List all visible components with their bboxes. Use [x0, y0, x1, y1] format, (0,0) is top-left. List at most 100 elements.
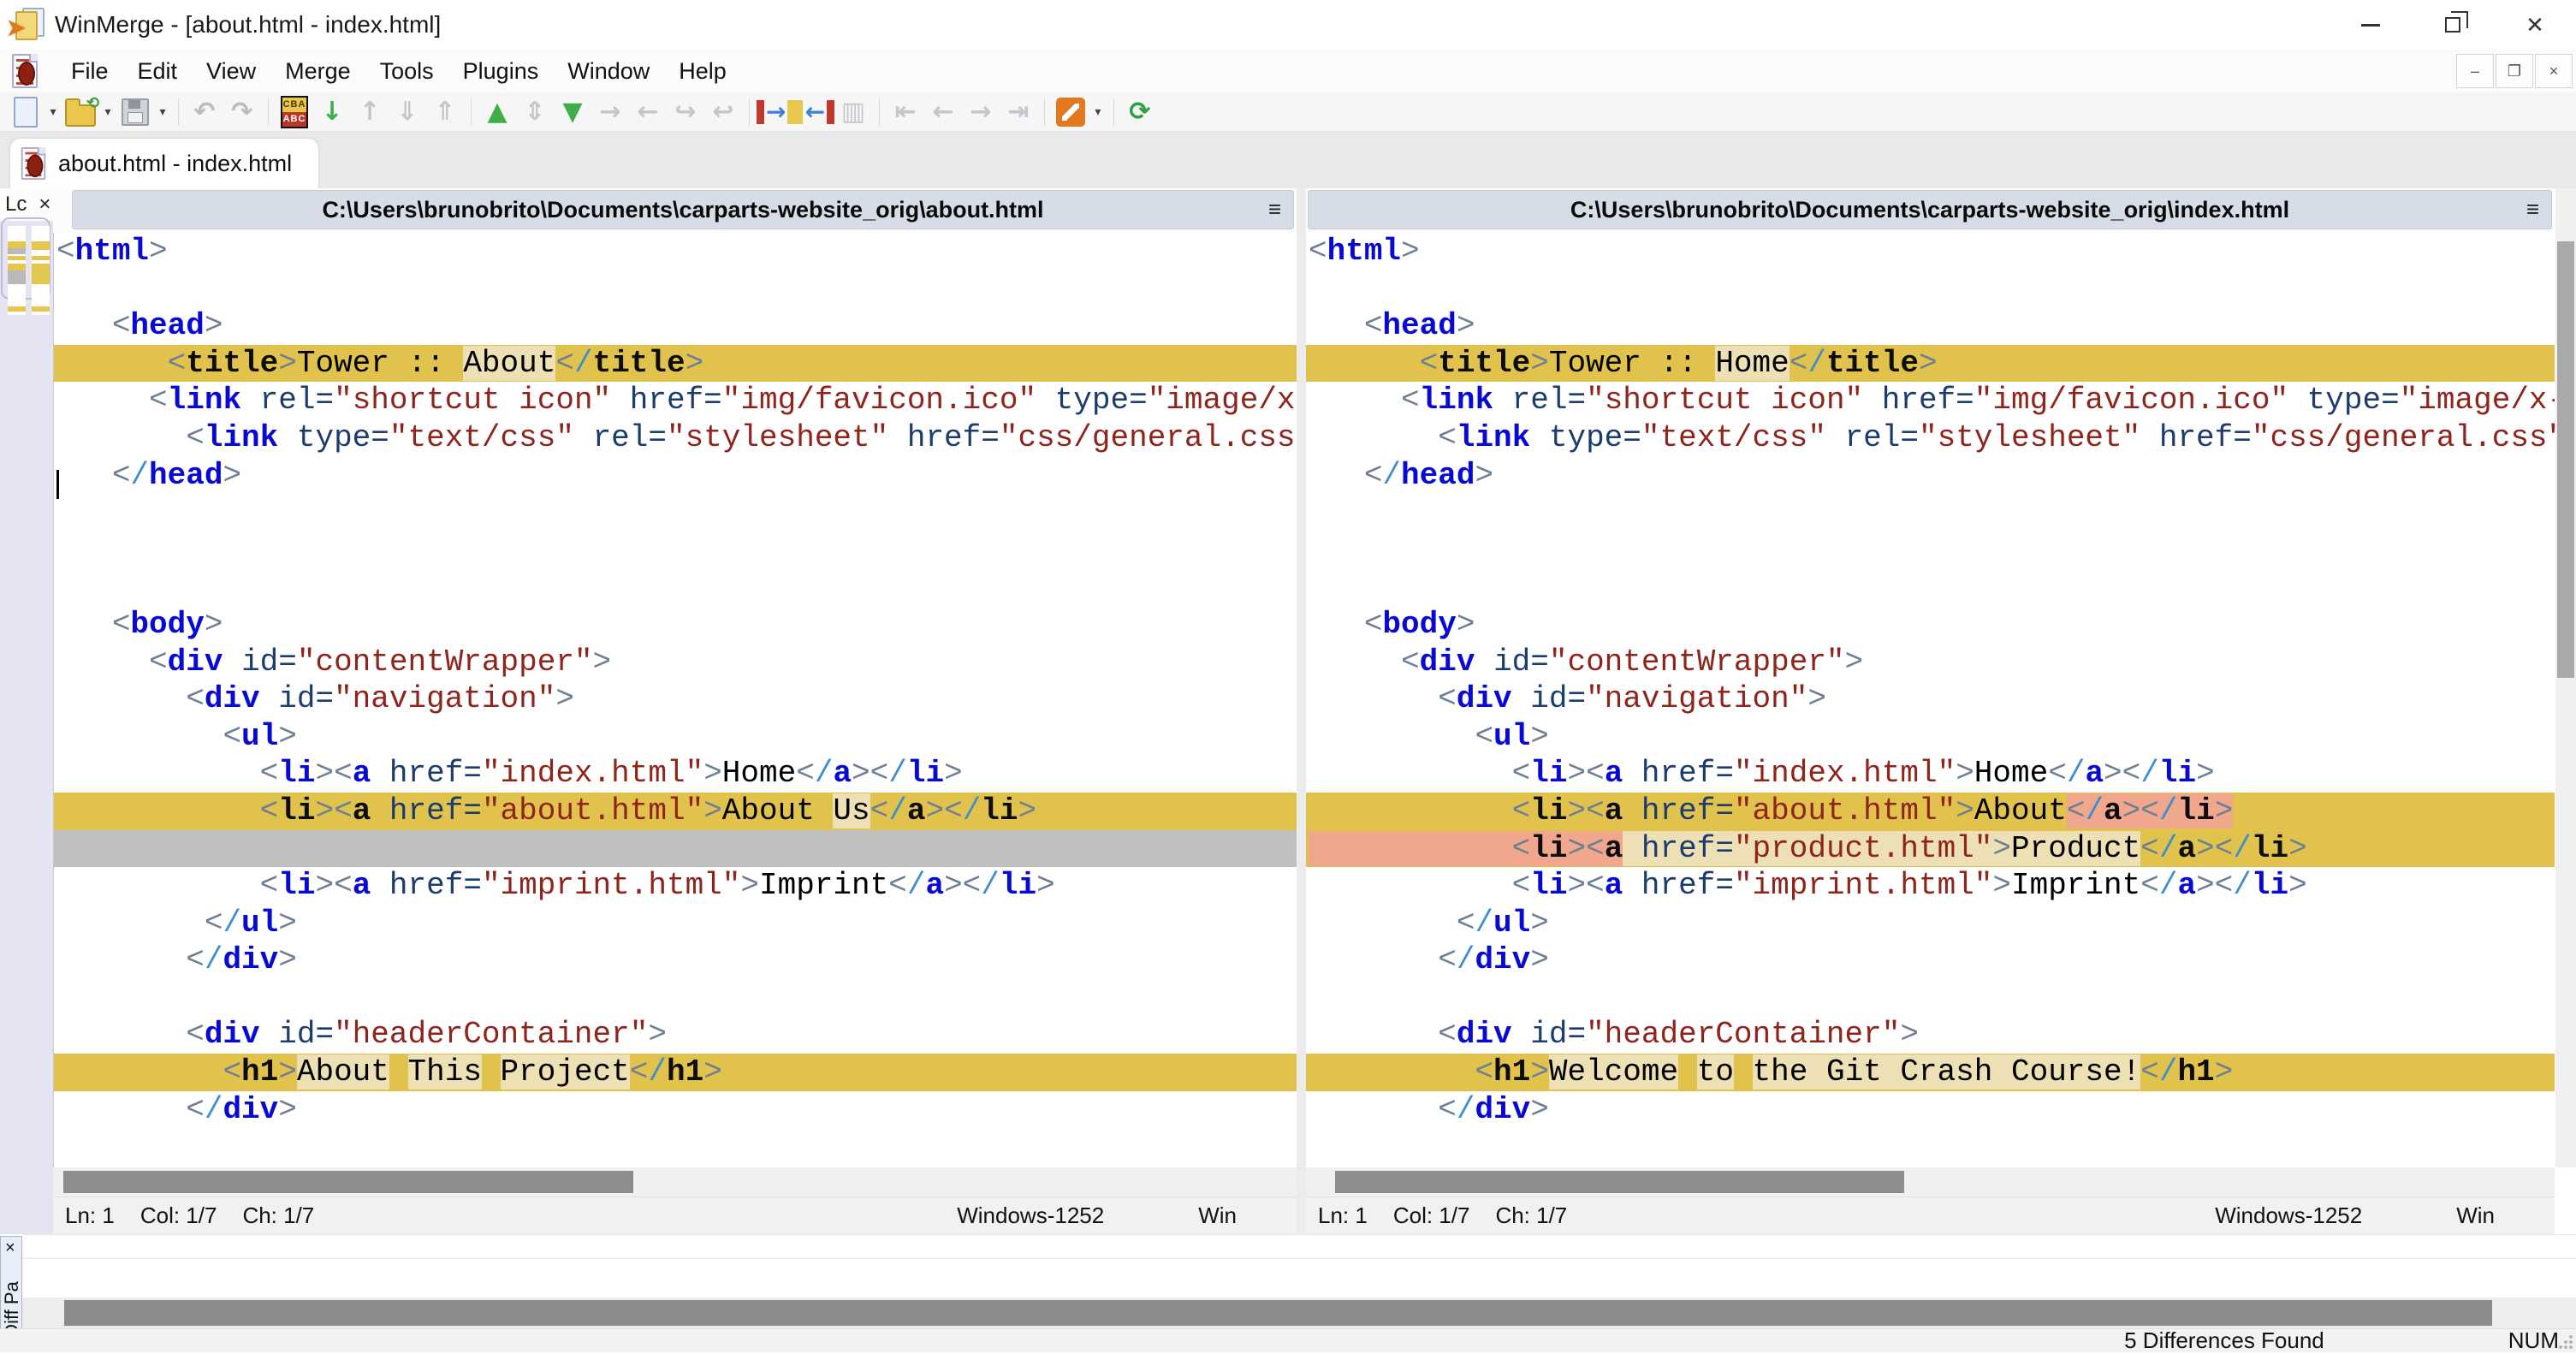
diff-location-mark[interactable]	[8, 306, 26, 312]
next-difference-button[interactable]: ↓	[313, 94, 351, 130]
last-file-button[interactable]: ⇥	[1000, 94, 1037, 130]
menu-item-plugins[interactable]: Plugins	[448, 53, 554, 90]
auto-merge-button[interactable]: ▥	[834, 94, 872, 130]
mdi-minimize-button[interactable]: –	[2456, 54, 2494, 88]
code-line[interactable]	[1306, 532, 2555, 569]
code-line[interactable]: <ul>	[1306, 718, 2555, 756]
diff-code-line[interactable]: <li><a href="about.html">About Us</a></l…	[54, 792, 1297, 830]
diff-location-mark[interactable]	[8, 256, 26, 260]
code-line[interactable]: <li><a href="imprint.html">Imprint</a></…	[1306, 867, 2555, 905]
diff-location-mark[interactable]	[8, 248, 26, 254]
pane-splitter[interactable]	[1297, 188, 1306, 1234]
code-line[interactable]: <link type="text/css" rel="stylesheet" h…	[1306, 419, 2555, 457]
code-line[interactable]	[54, 494, 1297, 532]
previous-file-button[interactable]: ←	[924, 94, 962, 130]
diff-code-line[interactable]: <h1>Welcome to the Git Crash Course!</h1…	[1306, 1054, 2555, 1091]
open-dropdown[interactable]: ▾	[99, 94, 116, 130]
close-button[interactable]: ✕	[2494, 0, 2576, 50]
code-line[interactable]: <li><a href="imprint.html">Imprint</a></…	[54, 867, 1297, 905]
diff-location-mark[interactable]	[8, 241, 26, 248]
code-line[interactable]: <div id="headerContainer">	[54, 1016, 1297, 1054]
code-line[interactable]: </div>	[1306, 1091, 2555, 1129]
refresh-button[interactable]: ⟳	[1121, 94, 1159, 130]
copy-right-button[interactable]: →	[591, 94, 629, 130]
code-line[interactable]: <div id="contentWrapper">	[54, 644, 1297, 681]
next-file-button[interactable]: →	[962, 94, 1000, 130]
copy-right-advance-button[interactable]: ↪	[667, 94, 704, 130]
code-line[interactable]	[1306, 979, 2555, 1017]
right-code-pane[interactable]: <html> <head> <title>Tower :: Home</titl…	[1306, 233, 2555, 1167]
code-line[interactable]	[54, 270, 1297, 308]
code-line[interactable]: </div>	[54, 1091, 1297, 1129]
redo-button[interactable]: ↷	[223, 94, 261, 130]
copy-left-advance-button[interactable]: ↩	[704, 94, 742, 130]
right-horizontal-scrollbar[interactable]	[1306, 1167, 2555, 1197]
previous-difference-button[interactable]: ↑	[351, 94, 389, 130]
diff-pane-hscroll-thumb[interactable]	[64, 1300, 2492, 1326]
code-line[interactable]: <html>	[54, 233, 1297, 270]
diff-code-line[interactable]: <li><a href="about.html">About</a></li>	[1306, 792, 2555, 830]
diff-location-mark[interactable]	[8, 264, 26, 270]
copy-left-button[interactable]: ←	[629, 94, 667, 130]
diff-code-line[interactable]: <title>Tower :: About</title>	[54, 344, 1297, 383]
code-line[interactable]: <link rel="shortcut icon" href="img/favi…	[1306, 382, 2555, 419]
plugins-dropdown[interactable]: ▾	[1089, 94, 1107, 130]
location-pane-close-icon[interactable]: ×	[39, 193, 50, 217]
code-line[interactable]: </ul>	[54, 905, 1297, 942]
code-line[interactable]: </div>	[1306, 941, 2555, 979]
diff-code-line[interactable]: <li><a href="product.html">Product</a></…	[1306, 829, 2555, 868]
diff-location-mark[interactable]	[8, 270, 26, 284]
mdi-close-button[interactable]: ×	[2535, 54, 2573, 88]
diff-location-mark[interactable]	[32, 241, 50, 250]
code-line[interactable]: <html>	[1306, 233, 2555, 270]
menu-item-merge[interactable]: Merge	[270, 53, 365, 90]
open-button[interactable]	[62, 94, 99, 130]
code-line[interactable]: </ul>	[1306, 905, 2555, 942]
save-dropdown[interactable]: ▾	[154, 94, 171, 130]
first-difference-button[interactable]: ⇑	[426, 94, 464, 130]
menu-item-help[interactable]: Help	[664, 53, 741, 90]
code-line[interactable]: <link type="text/css" rel="stylesheet" h…	[54, 419, 1297, 457]
code-line[interactable]	[54, 568, 1297, 606]
right-hscroll-thumb[interactable]	[1335, 1171, 1904, 1193]
new-dropdown[interactable]: ▾	[45, 94, 62, 130]
code-line[interactable]: <head>	[1306, 307, 2555, 345]
code-line[interactable]: </div>	[54, 941, 1297, 979]
diff-pane-content[interactable]	[22, 1234, 2576, 1298]
code-line[interactable]: </head>	[54, 457, 1297, 495]
mdi-restore-button[interactable]: ❐	[2496, 54, 2533, 88]
diff-location-mark[interactable]	[32, 306, 50, 312]
location-pane[interactable]	[0, 217, 53, 1234]
code-line[interactable]: <head>	[54, 307, 1297, 345]
diff-location-mark[interactable]	[32, 264, 50, 284]
code-line[interactable]: <div id="contentWrapper">	[1306, 644, 2555, 681]
last-diff-button[interactable]: ▼	[554, 94, 591, 130]
first-file-button[interactable]: ⇤	[887, 94, 924, 130]
diff-pane-horizontal-scrollbar[interactable]	[22, 1298, 2576, 1328]
left-file-header[interactable]: C:\Users\brunobrito\Documents\carparts-w…	[72, 190, 1294, 229]
copy-all-left-button[interactable]: ←	[795, 94, 834, 130]
resize-grip[interactable]	[2558, 1334, 2573, 1350]
menu-item-file[interactable]: File	[56, 53, 123, 90]
code-line[interactable]	[1306, 270, 2555, 308]
last-difference-button[interactable]: ⇓	[389, 94, 426, 130]
ghost-line[interactable]	[54, 829, 1297, 868]
diff-code-line[interactable]: <h1>About This Project</h1>	[54, 1054, 1297, 1091]
first-diff-button[interactable]: ▲	[478, 94, 516, 130]
code-line[interactable]: <body>	[54, 606, 1297, 644]
compare-abc-button[interactable]: CBA ABC	[276, 94, 313, 130]
current-diff-button[interactable]: ⇕	[516, 94, 554, 130]
code-line[interactable]: <div id="navigation">	[54, 680, 1297, 718]
right-header-menu-icon[interactable]: ≡	[2526, 196, 2539, 223]
diff-pane-close-icon[interactable]: ×	[5, 1238, 15, 1258]
menu-item-edit[interactable]: Edit	[123, 53, 193, 90]
code-line[interactable]	[1306, 568, 2555, 606]
code-line[interactable]	[1306, 494, 2555, 532]
menu-item-tools[interactable]: Tools	[365, 53, 448, 90]
code-line[interactable]: <link rel="shortcut icon" href="img/favi…	[54, 382, 1297, 419]
vscroll-thumb[interactable]	[2557, 241, 2574, 678]
menu-item-view[interactable]: View	[192, 53, 270, 90]
vertical-scrollbar[interactable]	[2555, 188, 2576, 1167]
left-hscroll-thumb[interactable]	[63, 1171, 633, 1193]
code-line[interactable]: <li><a href="index.html">Home</a></li>	[54, 755, 1297, 793]
